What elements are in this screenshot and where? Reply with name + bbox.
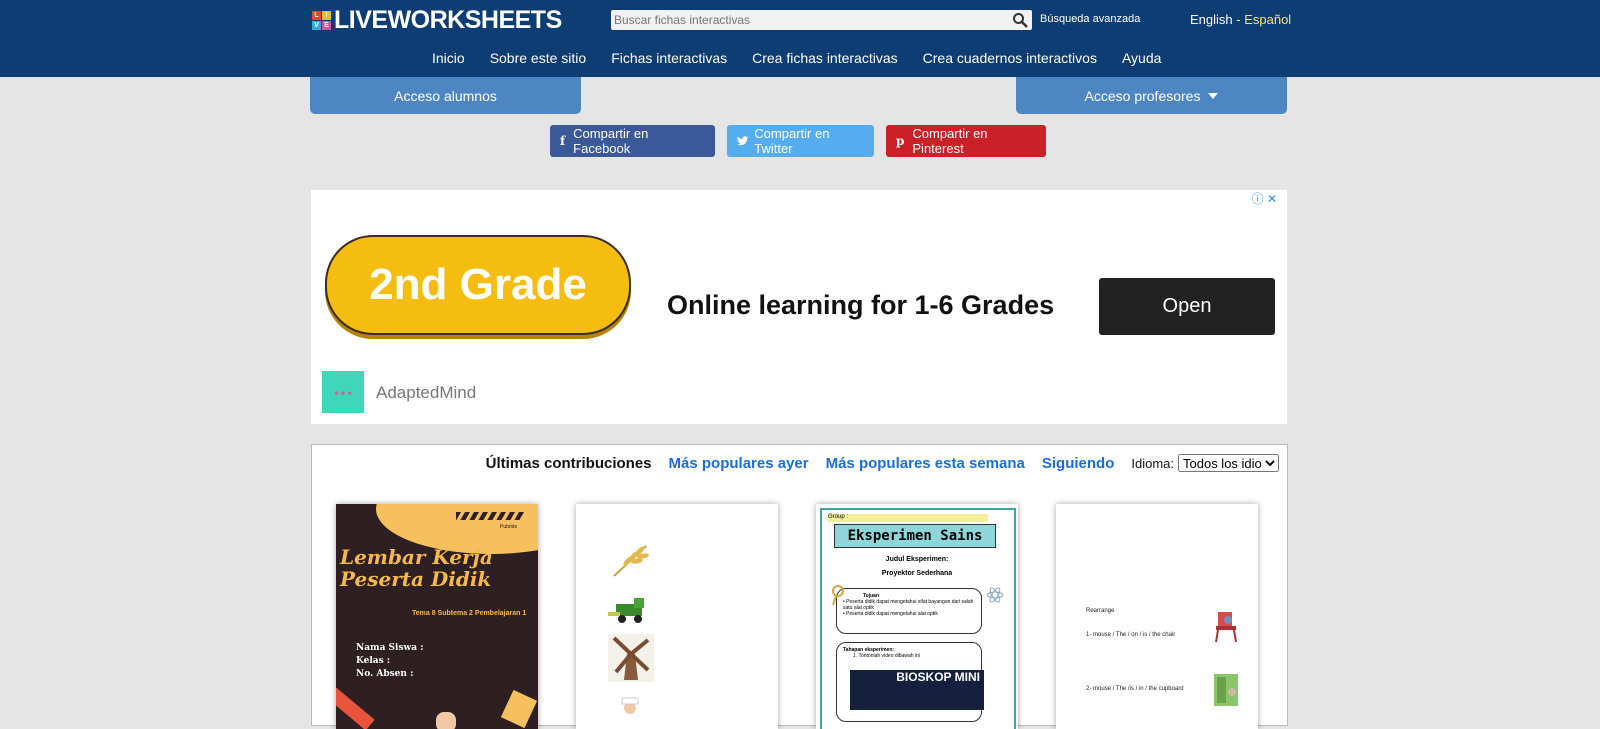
facebook-icon: f [560,134,566,148]
card-objective-item: • Peserta didik dapat mengetahui sifat b… [843,599,974,611]
logo-blocks: L I V E [312,10,331,30]
top-header: L I V E LIVEWORKSHEETS Búsqueda avanzada… [0,0,1600,77]
ad-grade-badge: 2nd Grade [325,235,631,335]
card-subtitle: Proyektor Sederhana [881,570,953,577]
card-fields: Nama Siswa : Kelas : No. Absen : [356,642,424,681]
card-exercise-line: 1- mouse / The / on / is / the chair [1086,632,1176,638]
card-group-label: Group : [828,514,988,522]
card-title: Lembar Kerja Peserta Didik [340,546,493,590]
nav-crea-cuadernos[interactable]: Crea cuadernos interactivos [923,50,1097,66]
logo-letter: L [312,10,321,20]
nav-ayuda[interactable]: Ayuda [1122,50,1161,66]
nav-crea-fichas[interactable]: Crea fichas interactivas [752,50,898,66]
contributions-tabs: Últimas contribuciones Más populares aye… [312,454,1287,472]
language-switcher: English - Español [1190,12,1291,27]
card-objective-box: Tujuan • Peserta didik dapat mengetahui … [836,588,982,634]
logo-text: LIVEWORKSHEETS [334,5,562,34]
tab-following[interactable]: Siguiendo [1042,455,1115,472]
share-pinterest-label: Compartir en Pinterest [912,126,988,156]
card-brand: Pubride [500,524,518,530]
worksheet-card[interactable] [576,504,778,729]
ad-info-close-icon[interactable]: ⓘ ✕ [1252,190,1277,207]
ad-open-label: Open [1162,295,1212,317]
card-exercise-line: 2- mouse / The /is / in / the cupboard [1086,686,1184,692]
card-heading: Rearrange [1086,608,1115,614]
worksheet-card[interactable]: Group : Eksperimen Sains Judul Eksperime… [816,504,1018,729]
twitter-icon [737,136,749,146]
contributions-panel: Últimas contribuciones Más populares aye… [311,444,1288,729]
nav-sobre[interactable]: Sobre este sitio [490,50,587,66]
worksheet-card[interactable]: Rearrange 1- mouse / The / on / is / the… [1056,504,1258,729]
share-facebook-button[interactable]: f Compartir en Facebook [550,125,715,157]
share-facebook-label: Compartir en Facebook [573,126,649,156]
tab-latest[interactable]: Últimas contribuciones [486,455,652,472]
students-access-label: Acceso alumnos [394,87,497,104]
ad-open-button[interactable]: Open [1099,278,1275,335]
search-bar [611,10,1032,30]
students-access-button[interactable]: Acceso alumnos [310,77,581,114]
search-icon[interactable] [1012,12,1028,28]
ad-grade-text: 2nd Grade [369,260,587,309]
card-title-line: Peserta Didik [340,567,492,591]
windmill-image [608,634,654,682]
advanced-search-link[interactable]: Búsqueda avanzada [1040,13,1140,25]
share-twitter-label: Compartir en Twitter [754,126,830,156]
svg-text:✦✦✦: ✦✦✦ [333,389,353,398]
teachers-access-button[interactable]: Acceso profesores [1016,77,1287,114]
card-steps-item: 1. Tontonlah video dibawah ini [853,653,920,659]
chair-image [1215,612,1237,643]
ad-brand-name: AdaptedMind [376,383,477,402]
pencil-illustration [336,687,538,729]
caret-down-icon [1208,92,1219,99]
stripe-decoration [456,512,524,520]
advertisement[interactable]: ⓘ ✕ 2nd Grade Online learning for 1-6 Gr… [311,190,1287,424]
card-field: No. Absen : [356,669,414,679]
language-filter-select[interactable]: Todos los idiomas [1178,454,1279,472]
logo-letter: E [322,20,331,30]
tab-popular-week[interactable]: Más populares esta semana [826,455,1025,472]
teachers-access-label: Acceso profesores [1084,87,1201,104]
card-title-line: Lembar Kerja [340,545,493,569]
card-subtitle: Judul Eksperimen: [885,556,949,563]
cupboard-image [1214,674,1238,706]
lang-spanish-link[interactable]: Español [1244,12,1291,27]
card-field: Nama Siswa : [356,643,424,653]
worksheet-card[interactable]: Pubride Lembar Kerja Peserta Didik Tema … [336,504,538,729]
card-video-text: BIOSKOP MINI [896,670,980,684]
site-logo[interactable]: L I V E LIVEWORKSHEETS [312,5,562,34]
share-pinterest-button[interactable]: p Compartir en Pinterest [886,125,1046,157]
search-input[interactable] [611,12,996,28]
card-objective-item: • Peserta didik dapat mengetahui alat op… [843,611,938,617]
nav-fichas[interactable]: Fichas interactivas [611,50,727,66]
ad-headline: Online learning for 1-6 Grades [667,290,1055,320]
ad-brand-logo: ✦✦✦ [322,371,364,413]
card-video-thumbnail: BIOSKOP MINI [850,670,984,710]
tab-popular-yesterday[interactable]: Más populares ayer [669,455,809,472]
logo-letter: V [312,20,321,30]
lang-english-link[interactable]: English [1190,12,1233,27]
baker-image [621,697,639,714]
main-nav: Inicio Sobre este sitio Fichas interacti… [432,50,1161,66]
card-field: Kelas : [356,656,391,666]
harvester-image [608,598,644,623]
card-subtitle: Tema 8 Subtema 2 Pembelajaran 1 [412,610,527,617]
logo-letter: I [322,10,331,20]
atom-icon [986,587,1004,603]
language-filter-label: Idioma: [1131,455,1174,471]
share-twitter-button[interactable]: Compartir en Twitter [727,125,874,157]
nav-inicio[interactable]: Inicio [432,50,465,66]
wheat-image [613,545,649,577]
card-title: Eksperimen Sains [834,524,996,548]
lang-separator: - [1232,12,1245,27]
pinterest-icon: p [896,134,905,148]
magnifier-icon [832,585,844,606]
